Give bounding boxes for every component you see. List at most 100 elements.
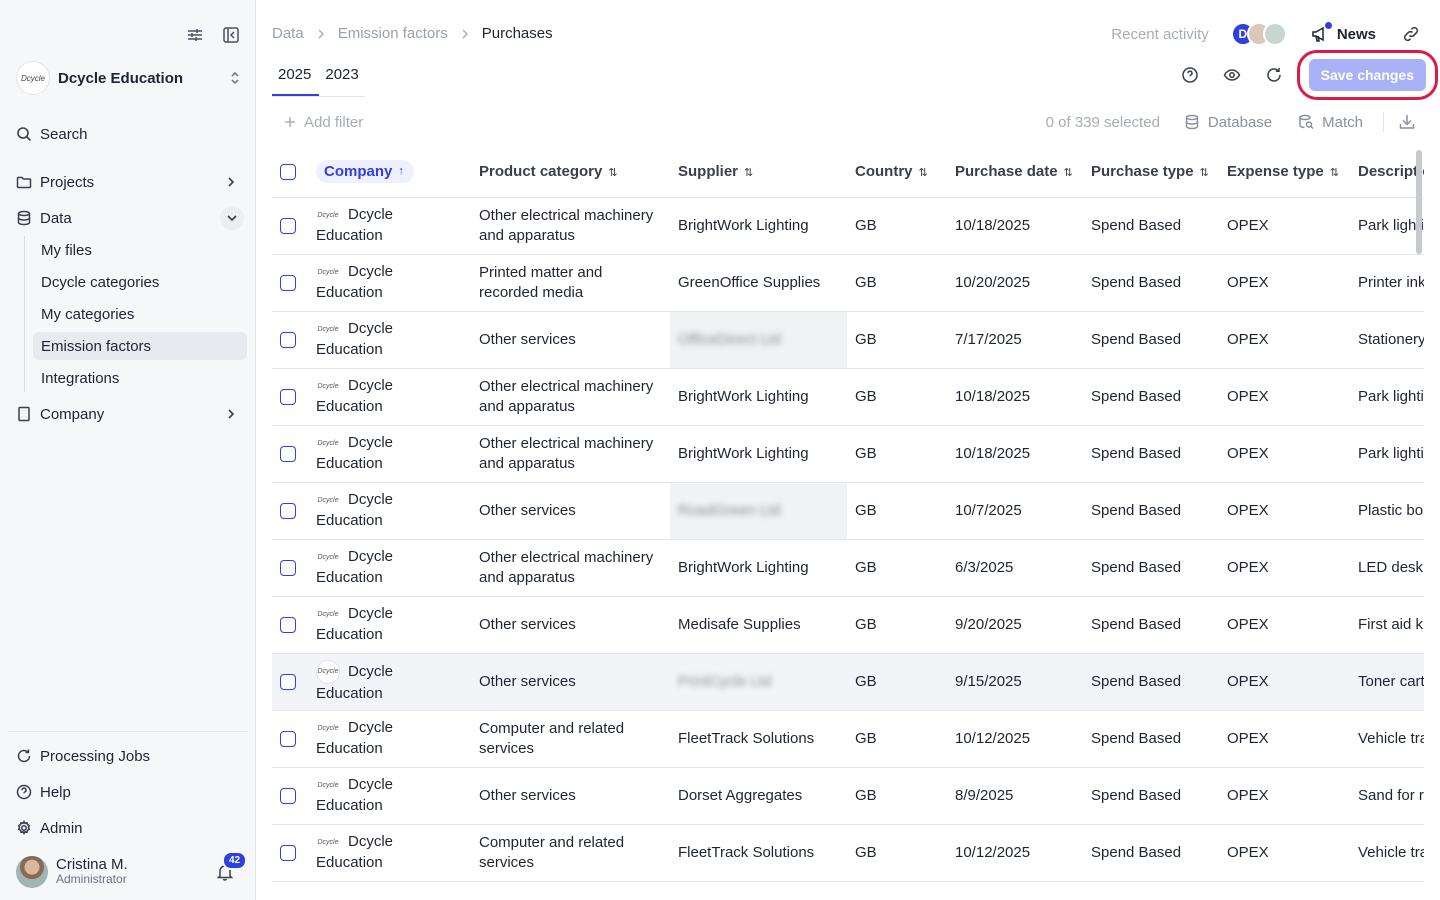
cell-purchase-type[interactable]: Spend Based (1083, 197, 1219, 255)
table-row[interactable]: Dcycle Dcycle Education Other services Dors… (272, 767, 1424, 825)
cell-company[interactable]: Dcycle Dcycle Education (308, 710, 471, 768)
cell-company[interactable]: Dcycle Dcycle Education (308, 311, 471, 369)
sidebar-item-help[interactable]: Help (16, 778, 242, 806)
cell-company[interactable]: Dcycle Dcycle Education (308, 653, 471, 711)
cell-purchase-date[interactable]: 10/12/2025 (947, 710, 1083, 768)
cell-country[interactable]: GB (847, 425, 947, 483)
select-all-checkbox[interactable] (280, 163, 296, 180)
cell-expense-type[interactable]: OPEX (1219, 710, 1350, 768)
cell-product-category[interactable]: Computer and related services (471, 710, 670, 768)
cell-product-category[interactable]: Other services (471, 596, 670, 654)
save-changes-button[interactable]: Save changes (1308, 59, 1426, 91)
cell-country[interactable]: GB (847, 767, 947, 825)
sidebar-item-projects[interactable]: Projects (16, 168, 242, 196)
sidebar-item-admin[interactable]: Admin (16, 814, 242, 842)
column-header-company[interactable]: Company ↑ (308, 146, 471, 198)
news-button[interactable]: News (1311, 22, 1376, 43)
table-scrollbar[interactable] (1416, 150, 1422, 254)
cell-supplier[interactable]: FleetTrack Solutions (670, 824, 847, 882)
cell-company[interactable]: Dcycle Dcycle Education (308, 254, 471, 312)
cell-supplier[interactable]: BrightWork Lighting (670, 425, 847, 483)
sidebar-item-integrations[interactable]: Integrations (33, 364, 247, 392)
column-header-expense-type[interactable]: Expense type ⇅ (1219, 146, 1350, 198)
cell-supplier[interactable]: BrightWork Lighting (670, 539, 847, 597)
row-checkbox[interactable] (280, 502, 296, 519)
cell-product-category[interactable]: Computer and related services (471, 824, 670, 882)
cell-purchase-type[interactable]: Spend Based (1083, 368, 1219, 426)
cell-description[interactable]: Park lighting (1350, 425, 1424, 483)
sidebar-item-search[interactable]: Search (16, 120, 242, 148)
chevron-down-button[interactable] (220, 206, 244, 230)
cell-description[interactable]: Printer ink (remanufactured) (1350, 254, 1424, 312)
database-button[interactable]: Database (1184, 114, 1272, 131)
notifications-button[interactable]: 42 (216, 851, 248, 881)
cell-expense-type[interactable]: OPEX (1219, 482, 1350, 540)
cell-purchase-type[interactable]: Spend Based (1083, 653, 1219, 711)
cell-purchase-type[interactable]: Spend Based (1083, 710, 1219, 768)
cell-description[interactable]: Stationery (1350, 311, 1424, 369)
column-header-country[interactable]: Country ⇅ (847, 146, 947, 198)
cell-supplier[interactable]: PrintCycle Ltd (670, 653, 847, 711)
cell-purchase-type[interactable]: Spend Based (1083, 824, 1219, 882)
cell-expense-type[interactable]: OPEX (1219, 197, 1350, 255)
cell-purchase-date[interactable]: 8/9/2025 (947, 767, 1083, 825)
cell-expense-type[interactable]: OPEX (1219, 653, 1350, 711)
cell-description[interactable]: Vehicle tracking (1350, 710, 1424, 768)
cell-supplier[interactable]: GreenOffice Supplies (670, 254, 847, 312)
row-checkbox[interactable] (280, 331, 296, 348)
cell-country[interactable]: GB (847, 710, 947, 768)
cell-purchase-type[interactable]: Spend Based (1083, 482, 1219, 540)
cell-company[interactable]: Dcycle Dcycle Education (308, 539, 471, 597)
link-icon[interactable] (1402, 25, 1420, 43)
cell-country[interactable]: GB (847, 311, 947, 369)
sidebar-item-data[interactable]: Data (16, 204, 244, 232)
breadcrumb-data[interactable]: Data (272, 25, 304, 42)
cell-purchase-type[interactable]: Spend Based (1083, 596, 1219, 654)
cell-company[interactable]: Dcycle Dcycle Education (308, 824, 471, 882)
table-row[interactable]: Dcycle Dcycle Education Other services Prin… (272, 653, 1424, 711)
cell-purchase-type[interactable]: Spend Based (1083, 311, 1219, 369)
cell-product-category[interactable]: Other electrical machinery and apparatus (471, 539, 670, 597)
cell-company[interactable]: Dcycle Dcycle Education (308, 368, 471, 426)
sliders-icon[interactable] (186, 26, 204, 44)
cell-country[interactable]: GB (847, 482, 947, 540)
cell-purchase-date[interactable]: 10/20/2025 (947, 254, 1083, 312)
cell-purchase-date[interactable]: 10/18/2025 (947, 425, 1083, 483)
cell-description[interactable]: Park lighting (1350, 197, 1424, 255)
cell-product-category[interactable]: Printed matter and recorded media (471, 254, 670, 312)
collapse-sidebar-icon[interactable] (222, 26, 240, 44)
column-header-supplier[interactable]: Supplier ⇅ (670, 146, 847, 198)
row-checkbox[interactable] (280, 217, 296, 234)
help-circle-icon[interactable] (1181, 66, 1199, 84)
cell-product-category[interactable]: Other electrical machinery and apparatus (471, 197, 670, 255)
row-checkbox[interactable] (280, 787, 296, 804)
column-header-purchase-type[interactable]: Purchase type ⇅ (1083, 146, 1219, 198)
cell-purchase-date[interactable]: 10/7/2025 (947, 482, 1083, 540)
org-switcher[interactable]: Dcycle Dcycle Education (16, 60, 242, 96)
table-row[interactable]: Dcycle Dcycle Education Printed matter and… (272, 254, 1424, 312)
table-row[interactable]: Dcycle Dcycle Education Other services Road… (272, 482, 1424, 540)
cell-expense-type[interactable]: OPEX (1219, 824, 1350, 882)
cell-country[interactable]: GB (847, 539, 947, 597)
cell-purchase-date[interactable]: 9/15/2025 (947, 653, 1083, 711)
cell-country[interactable]: GB (847, 596, 947, 654)
cell-company[interactable]: Dcycle Dcycle Education (308, 482, 471, 540)
cell-product-category[interactable]: Other services (471, 767, 670, 825)
table-row[interactable]: Dcycle Dcycle Education Other services Medi… (272, 596, 1424, 654)
cell-expense-type[interactable]: OPEX (1219, 596, 1350, 654)
row-checkbox[interactable] (280, 844, 296, 861)
cell-description[interactable]: LED desk lamps (1350, 539, 1424, 597)
row-checkbox[interactable] (280, 388, 296, 405)
collaborator-avatars[interactable]: D (1230, 22, 1287, 46)
row-checkbox[interactable] (280, 616, 296, 633)
cell-expense-type[interactable]: OPEX (1219, 767, 1350, 825)
cell-supplier[interactable]: RoadGreen Ltd (670, 482, 847, 540)
refresh-icon[interactable] (1265, 66, 1283, 84)
cell-country[interactable]: GB (847, 824, 947, 882)
column-header-product-category[interactable]: Product category ⇅ (471, 146, 670, 198)
cell-purchase-date[interactable]: 7/17/2025 (947, 311, 1083, 369)
cell-product-category[interactable]: Other services (471, 482, 670, 540)
cell-expense-type[interactable]: OPEX (1219, 368, 1350, 426)
cell-company[interactable]: Dcycle Dcycle Education (308, 425, 471, 483)
cell-description[interactable]: Toner cartridge service (1350, 653, 1424, 711)
